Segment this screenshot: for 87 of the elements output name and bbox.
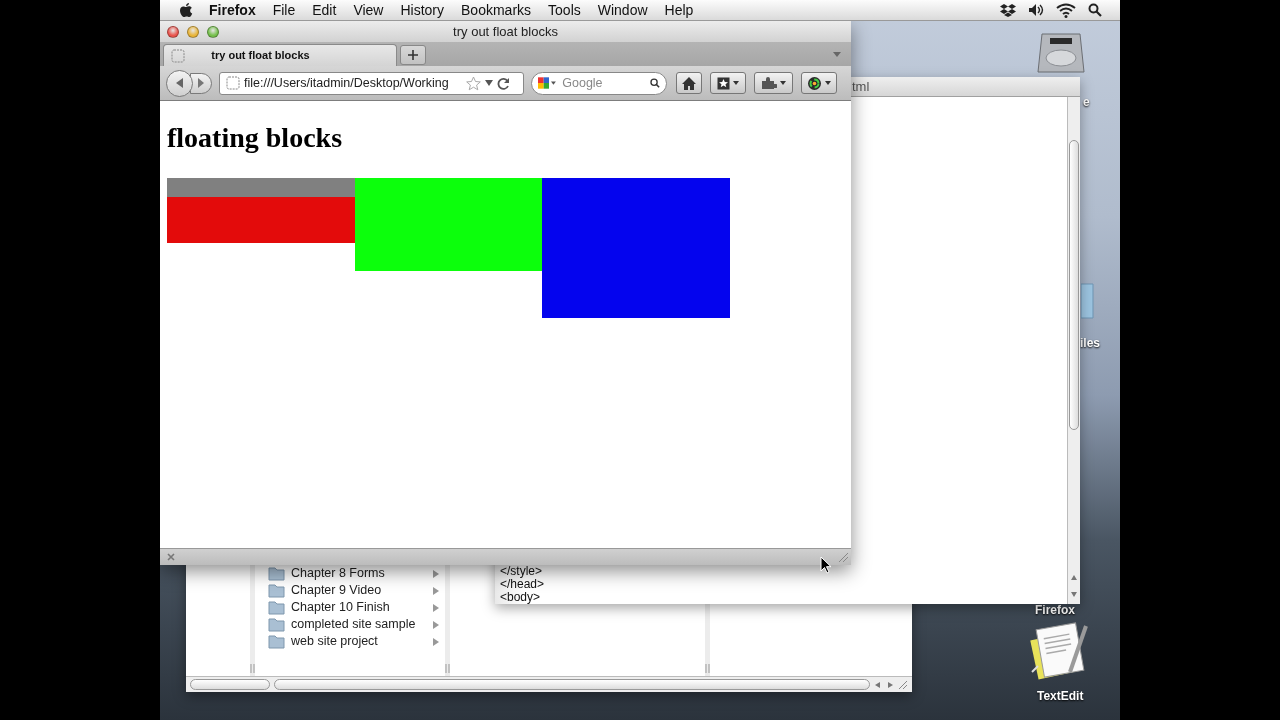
minimize-button[interactable] xyxy=(187,25,199,38)
icon-label: iles xyxy=(1080,335,1100,352)
close-icon[interactable] xyxy=(167,553,175,561)
code-line: </style> xyxy=(500,565,544,578)
folder-row[interactable]: web site project xyxy=(255,633,445,650)
colored-ring-icon xyxy=(807,75,822,91)
menu-item[interactable]: View xyxy=(353,0,384,21)
zoom-button[interactable] xyxy=(207,25,219,38)
forward-arrow-icon xyxy=(197,78,205,88)
page-heading: floating blocks xyxy=(167,122,343,154)
app-menu[interactable]: Firefox xyxy=(209,0,256,21)
star-icon[interactable] xyxy=(466,75,481,91)
caret-icon xyxy=(733,81,739,85)
scroll-thumb[interactable] xyxy=(274,679,870,690)
page-icon xyxy=(226,76,240,90)
scroll-right-arrow-icon[interactable] xyxy=(886,680,894,689)
search-bar[interactable]: Google xyxy=(531,71,667,95)
home-icon xyxy=(682,76,696,90)
menu-item[interactable]: Bookmarks xyxy=(461,0,532,21)
menu-item[interactable]: Window xyxy=(597,0,648,21)
mouse-pointer-icon xyxy=(820,556,832,574)
search-field[interactable]: Google xyxy=(562,73,649,93)
puzzle-icon xyxy=(761,77,777,89)
add-on-button[interactable] xyxy=(754,72,793,94)
dropbox-icon[interactable] xyxy=(1000,3,1016,17)
folder-icon xyxy=(268,600,285,615)
folder-row[interactable]: completed site sample xyxy=(255,616,445,633)
folder-name: completed site sample xyxy=(291,616,417,634)
scroll-down-arrow-icon[interactable] xyxy=(1070,590,1078,598)
menu-item[interactable]: Edit xyxy=(312,0,337,21)
code-line: </head> xyxy=(500,578,546,591)
folder-row[interactable]: Chapter 10 Finish xyxy=(255,599,445,616)
wifi-icon[interactable] xyxy=(1056,2,1076,18)
search-icon[interactable] xyxy=(1088,3,1102,17)
search-icon[interactable] xyxy=(650,77,660,89)
folder-icon xyxy=(268,634,285,649)
folder-name: Chapter 8 Forms xyxy=(291,565,386,583)
folder-name: Chapter 9 Video xyxy=(291,582,383,600)
column-resize-handle-icon[interactable] xyxy=(704,664,711,673)
extension-button[interactable] xyxy=(801,72,837,94)
url-field[interactable]: file:///Users/itadmin/Desktop/Working xyxy=(244,73,462,93)
search-engine-icon[interactable] xyxy=(538,76,550,90)
folder-name: Chapter 10 Finish xyxy=(291,599,391,617)
close-button[interactable] xyxy=(167,25,179,38)
plus-icon xyxy=(407,49,419,61)
horizontal-scrollbar[interactable] xyxy=(186,676,912,692)
back-arrow-icon xyxy=(174,78,185,88)
column-resize-handle-icon[interactable] xyxy=(444,664,451,673)
scroll-left-arrow-icon[interactable] xyxy=(874,680,882,689)
folder-icon xyxy=(268,617,285,632)
address-bar[interactable]: file:///Users/itadmin/Desktop/Working xyxy=(219,71,524,95)
scroll-thumb[interactable] xyxy=(1069,140,1079,430)
caret-icon xyxy=(825,81,831,85)
menu-item[interactable]: History xyxy=(400,0,445,21)
folder-icon xyxy=(268,583,285,598)
window-title: tml xyxy=(852,79,870,94)
folder-row[interactable]: Chapter 8 Forms xyxy=(255,565,445,582)
reload-icon[interactable] xyxy=(497,76,510,90)
caret-icon xyxy=(780,81,786,85)
window-title: try out float blocks xyxy=(453,22,558,41)
bookmarks-button[interactable] xyxy=(710,72,746,94)
code-line: <body> xyxy=(500,591,542,604)
new-tab-button[interactable] xyxy=(400,45,426,65)
tab-list-arrow-icon[interactable] xyxy=(833,51,841,57)
scroll-up-arrow-icon[interactable] xyxy=(1070,574,1078,582)
back-button[interactable] xyxy=(166,69,193,97)
apple-icon[interactable] xyxy=(179,2,193,18)
menu-item[interactable]: Tools xyxy=(548,0,581,21)
icon-label: Firefox xyxy=(1035,602,1075,619)
home-button[interactable] xyxy=(676,72,702,94)
page-icon xyxy=(171,48,185,63)
bookmark-star-icon xyxy=(717,76,730,90)
icon-label: TextEdit xyxy=(1037,688,1084,705)
vertical-scrollbar[interactable] xyxy=(1067,97,1080,604)
forward-button[interactable] xyxy=(190,72,212,94)
menu-item[interactable]: Help xyxy=(664,0,694,21)
folder-row[interactable]: Chapter 9 Video xyxy=(255,582,445,599)
menu-item[interactable]: File xyxy=(272,0,296,21)
column-resize-handle-icon[interactable] xyxy=(249,664,256,673)
dropdown-arrow-icon[interactable] xyxy=(485,80,493,86)
browser-tab[interactable]: try out float blocks xyxy=(163,44,397,66)
icon-label: e xyxy=(1083,94,1090,111)
folder-name: web site project xyxy=(291,633,379,651)
resize-grip-icon[interactable] xyxy=(898,679,908,690)
dropdown-arrow-icon[interactable] xyxy=(551,81,557,85)
resize-grip-icon[interactable] xyxy=(838,551,849,563)
volume-icon[interactable] xyxy=(1028,3,1044,17)
